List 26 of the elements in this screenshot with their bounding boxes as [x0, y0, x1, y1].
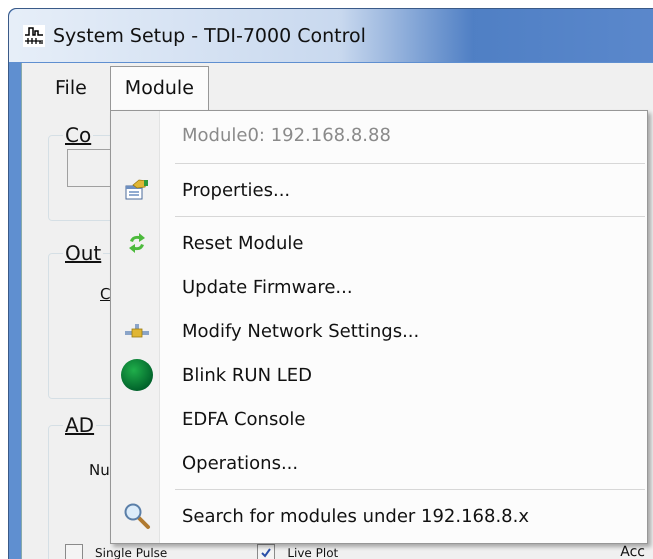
- group-label: Out: [64, 241, 102, 265]
- led-icon: [120, 358, 154, 392]
- group-label: Co: [64, 123, 92, 147]
- menu-entry[interactable]: Properties...: [113, 168, 645, 212]
- menu-entry[interactable]: Operations...: [113, 441, 645, 485]
- field-label: C: [100, 285, 110, 303]
- waveform-icon: [23, 24, 45, 46]
- menu-entry[interactable]: Blink RUN LED: [113, 353, 645, 397]
- field-label: Acc: [620, 544, 645, 559]
- checkbox[interactable]: [257, 544, 276, 559]
- checkbox[interactable]: [65, 544, 83, 559]
- menu-item[interactable]: File: [40, 66, 102, 111]
- refresh-icon: [127, 232, 147, 254]
- menu-entry[interactable]: Update Firmware...: [113, 265, 645, 309]
- field-label: Nu: [89, 461, 110, 479]
- window-title: System Setup - TDI-7000 Control: [53, 24, 366, 46]
- menu-entry[interactable]: EDFA Console: [113, 397, 645, 441]
- menu-entry[interactable]: Reset Module: [113, 221, 645, 265]
- group-label: AD: [64, 413, 96, 437]
- properties-icon: [125, 179, 149, 201]
- search-icon: [123, 502, 151, 530]
- checkbox-label: Live Plot: [287, 546, 338, 559]
- network-icon: [125, 324, 149, 338]
- menu-entry[interactable]: Search for modules under 192.168.8.x: [113, 494, 645, 538]
- menu-item[interactable]: Module: [110, 66, 209, 111]
- menu-entry[interactable]: Modify Network Settings...: [113, 309, 645, 353]
